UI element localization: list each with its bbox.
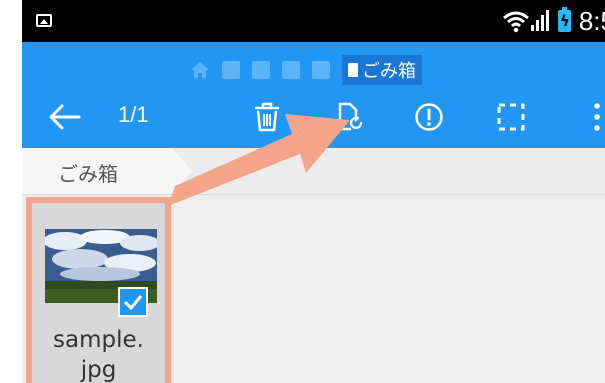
more-icon [594, 103, 600, 131]
wifi-icon [502, 11, 529, 33]
device-icon[interactable] [222, 61, 240, 79]
back-button[interactable] [46, 98, 84, 136]
screen: ϟ 8:5 ごみ箱 1/1 [22, 0, 605, 383]
breadcrumb-current-label: ごみ箱 [362, 61, 416, 82]
delete-button[interactable] [248, 98, 286, 136]
back-arrow-icon [49, 104, 81, 130]
file-item[interactable]: sample. jpg [26, 197, 171, 383]
status-bar: ϟ 8:5 [22, 0, 605, 42]
trash-icon [348, 63, 358, 77]
select-all-icon [497, 103, 525, 131]
breadcrumb: ごみ箱 [22, 42, 605, 86]
restore-button[interactable] [331, 98, 369, 136]
delete-icon [255, 102, 279, 132]
battery-charging-icon: ϟ [557, 7, 571, 32]
clock: 8:5 [578, 5, 605, 36]
printer-icon[interactable] [282, 61, 300, 79]
file-name: sample. jpg [32, 325, 165, 383]
restore-icon [338, 102, 363, 131]
more-button[interactable] [578, 98, 605, 136]
file-name-line1: sample. [53, 327, 144, 353]
select-all-button[interactable] [492, 98, 530, 136]
signal-icon [530, 10, 549, 31]
tab-trash[interactable]: ごみ箱 [22, 148, 192, 194]
monitor-icon[interactable] [312, 61, 330, 79]
tab-label: ごみ箱 [58, 162, 118, 186]
checkmark-icon [123, 295, 143, 310]
file-name-line2: jpg [80, 357, 117, 383]
action-toolbar: 1/1 [22, 86, 605, 148]
info-button[interactable] [410, 98, 448, 136]
info-icon [415, 103, 443, 131]
home-icon[interactable] [190, 61, 210, 79]
selected-checkbox[interactable] [118, 287, 148, 317]
tab-bar: ごみ箱 [22, 148, 605, 195]
selection-count: 1/1 [118, 102, 149, 127]
status-icons: ϟ 8:5 [502, 6, 605, 36]
file-grid: sample. jpg [22, 195, 605, 383]
message-icon[interactable] [252, 61, 270, 79]
gallery-icon [36, 14, 52, 27]
breadcrumb-current[interactable]: ごみ箱 [342, 55, 422, 85]
